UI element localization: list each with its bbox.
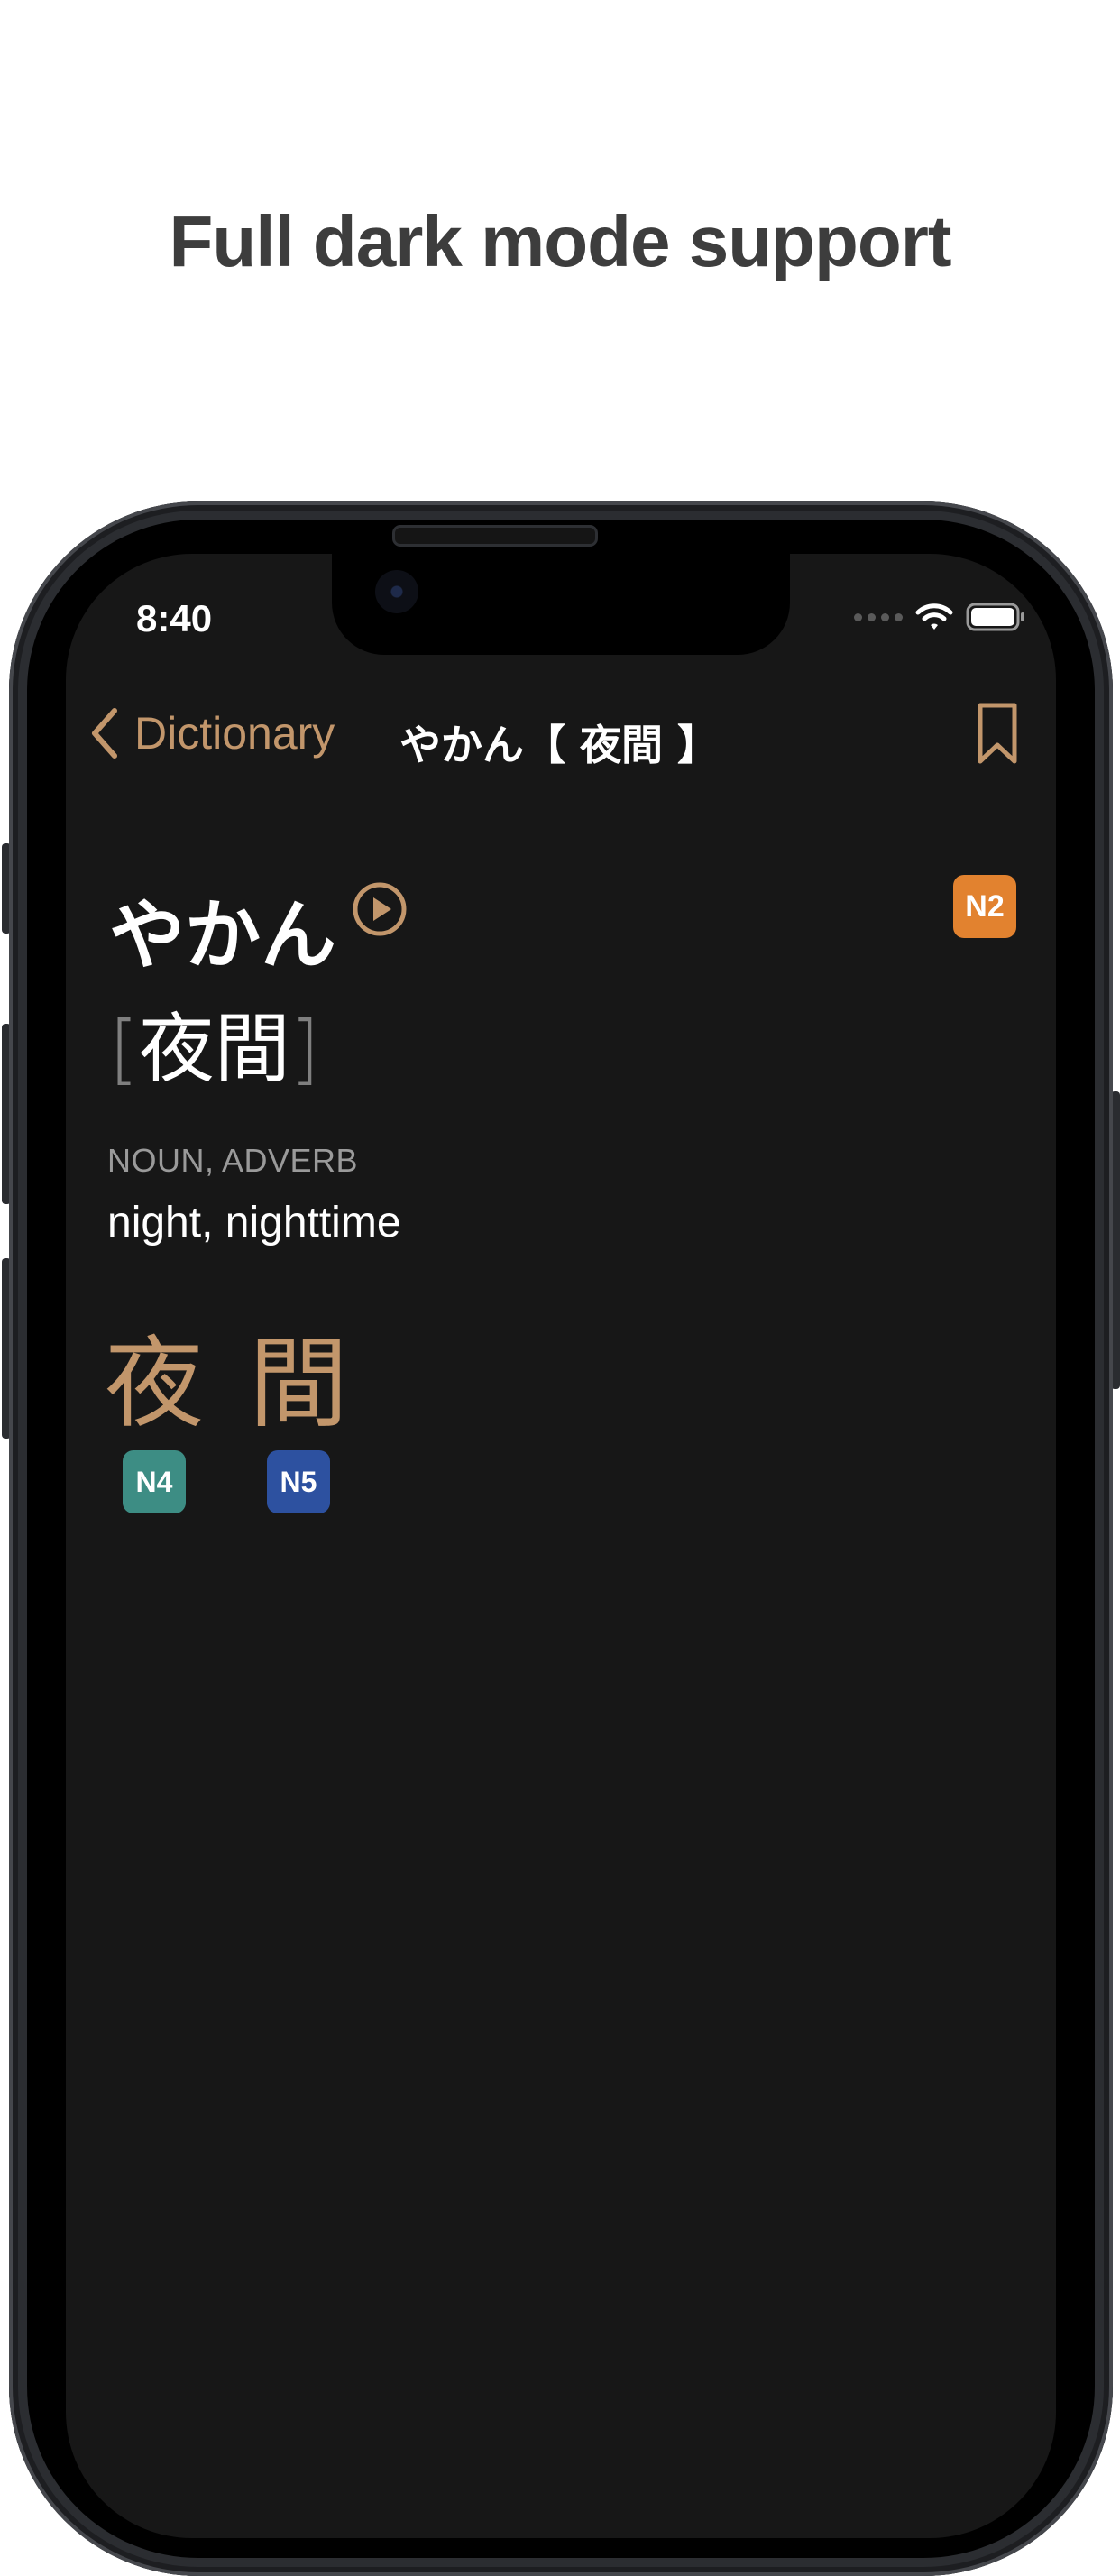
kanji-item[interactable]: 間 N5	[249, 1326, 348, 1513]
bookmark-button[interactable]	[977, 702, 1018, 771]
status-icons	[854, 601, 1025, 633]
kanji-char: 夜	[105, 1326, 204, 1441]
bracket-open: [	[109, 1005, 139, 1093]
jlpt-level-badge: N2	[953, 875, 1016, 938]
cellular-dots-icon	[854, 612, 903, 621]
kanji-level-badge: N4	[123, 1450, 186, 1513]
notch	[332, 554, 790, 655]
kanji-breakdown: 夜 N4 間 N5	[105, 1326, 348, 1513]
play-audio-icon	[353, 882, 407, 936]
wifi-icon	[915, 603, 953, 630]
back-label: Dictionary	[134, 708, 335, 759]
entry-reading: やかん	[109, 891, 337, 980]
front-camera	[375, 570, 418, 613]
battery-icon	[966, 603, 1024, 631]
earpiece-speaker	[392, 525, 598, 547]
entry-kanji-form: [夜間]	[109, 989, 320, 1098]
part-of-speech: NOUN, ADVERB	[107, 1142, 359, 1179]
meaning: night, nighttime	[107, 1199, 401, 1247]
back-button[interactable]: Dictionary	[89, 707, 335, 759]
chevron-left-icon	[92, 708, 117, 759]
kanji-form-text: 夜間	[138, 1005, 290, 1093]
play-audio-button[interactable]	[351, 880, 409, 943]
kanji-item[interactable]: 夜 N4	[105, 1326, 204, 1513]
kanji-char: 間	[249, 1326, 348, 1441]
status-time: 8:40	[136, 597, 213, 639]
headline: Full dark mode support	[169, 201, 952, 281]
nav-title: やかん【 夜間 】	[399, 721, 720, 769]
bookmark-icon	[978, 703, 1017, 764]
app-screen: 8:40 Dictionary やかん【 夜間 】 やかん N2 [夜間] NO…	[66, 554, 1056, 2538]
kanji-level-badge: N5	[267, 1450, 330, 1513]
bracket-close: ]	[289, 1005, 320, 1093]
